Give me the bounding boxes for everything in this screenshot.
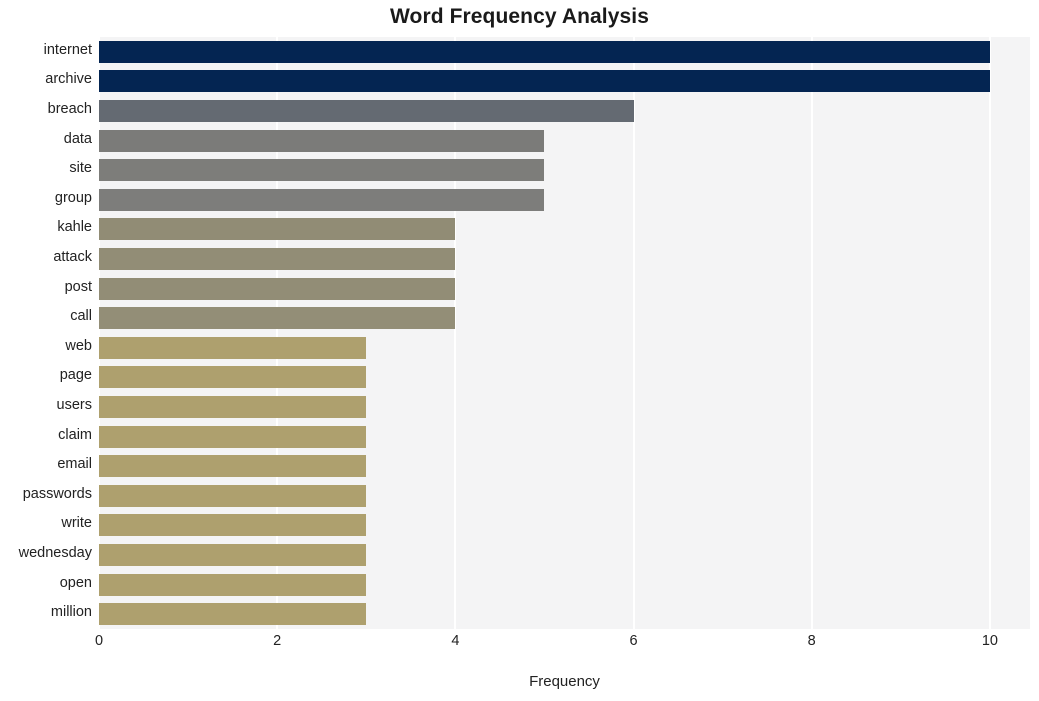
bar-passwords — [99, 484, 367, 507]
y-axis-label-users: users — [56, 397, 92, 413]
y-axis-label-passwords: passwords — [22, 485, 92, 502]
y-axis-label-attack: attack — [53, 249, 92, 265]
bar-row — [99, 573, 1030, 596]
bar-row — [99, 307, 1030, 330]
x-axis-tick-labels: 0 2 4 6 8 10 — [95, 633, 1030, 657]
bar-row — [99, 277, 1030, 300]
bar-row — [99, 455, 1030, 478]
bar-row — [99, 159, 1030, 182]
bar-data — [99, 129, 545, 152]
bar-row — [99, 188, 1030, 211]
y-axis-label-site: site — [69, 160, 92, 177]
x-tick-label-2: 2 — [273, 633, 282, 649]
bar-wednesday — [99, 544, 367, 566]
bar-email — [99, 455, 367, 478]
bar-row — [99, 425, 1030, 448]
bar-breach — [99, 100, 634, 122]
x-axis-title: Frequency — [529, 673, 600, 690]
y-axis-label-post: post — [64, 278, 92, 295]
bar-post — [99, 277, 456, 300]
bar-site — [99, 159, 545, 182]
bar-row — [99, 40, 1030, 63]
bar-archive — [99, 70, 990, 93]
bar-row — [99, 396, 1030, 418]
y-axis-label-web: web — [65, 337, 92, 354]
y-axis-label-data: data — [63, 130, 92, 147]
bar-row — [99, 514, 1030, 537]
bar-claim — [99, 425, 367, 448]
y-axis-label-breach: breach — [47, 101, 92, 117]
bars-container — [99, 37, 1030, 629]
bar-write — [99, 514, 367, 537]
bar-row — [99, 366, 1030, 389]
y-axis-label-email: email — [57, 456, 92, 473]
y-axis-label-open: open — [59, 574, 92, 591]
bar-row — [99, 218, 1030, 241]
bar-row — [99, 129, 1030, 152]
y-axis-label-write: write — [61, 515, 92, 532]
word-frequency-bar-chart: Word Frequency Analysis internet archive b… — [0, 0, 1039, 701]
y-axis-label-kahle: kahle — [57, 219, 92, 236]
bar-row — [99, 100, 1030, 122]
chart-title: Word Frequency Analysis — [389, 5, 650, 28]
y-axis-label-call: call — [70, 308, 92, 325]
bar-row — [99, 336, 1030, 359]
bar-page — [99, 366, 367, 389]
y-axis-label-claim: claim — [58, 426, 92, 443]
y-axis-label-million: million — [50, 604, 92, 621]
x-tick-label-6: 6 — [629, 633, 638, 649]
x-tick-label-8: 8 — [807, 633, 816, 649]
bar-kahle — [99, 218, 456, 241]
plot-area — [98, 37, 1030, 629]
bar-open — [99, 573, 367, 596]
y-axis-label-group: group — [54, 189, 92, 206]
y-axis-label-page: page — [59, 367, 92, 384]
bar-web — [99, 336, 367, 359]
bar-million — [99, 603, 367, 626]
bar-internet — [99, 40, 990, 63]
bar-users — [99, 396, 367, 418]
x-tick-label-10: 10 — [981, 633, 998, 649]
y-axis-label-wednesday: wednesday — [18, 545, 92, 561]
y-axis-label-archive: archive — [45, 71, 92, 88]
bar-row — [99, 544, 1030, 566]
x-tick-label-4: 4 — [451, 633, 460, 649]
x-tick-label-0: 0 — [94, 633, 104, 649]
bar-row — [99, 70, 1030, 93]
bar-row — [99, 248, 1030, 270]
y-axis-label-internet: internet — [43, 41, 92, 58]
bar-attack — [99, 248, 456, 270]
y-axis-labels: internet archive breach data site group kahle a… — [0, 37, 92, 629]
bar-row — [99, 603, 1030, 626]
bar-call — [99, 307, 456, 330]
bar-group — [99, 188, 545, 211]
bar-row — [99, 484, 1030, 507]
